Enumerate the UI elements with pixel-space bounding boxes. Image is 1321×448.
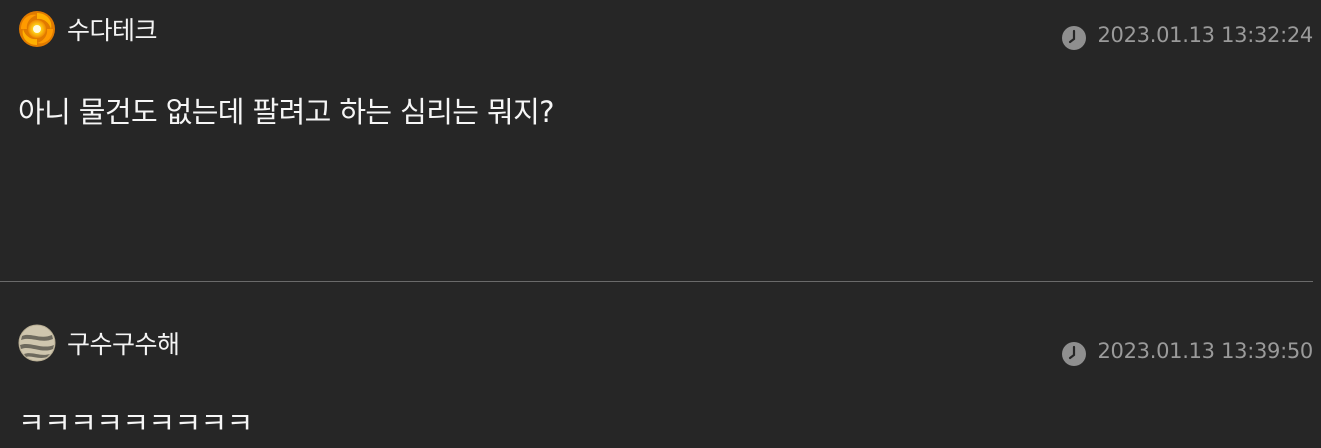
comment-item: 구수구수해 2023.01.13 13:39:50 ㅋㅋㅋㅋㅋㅋㅋㅋㅋ bbox=[0, 282, 1321, 448]
clock-icon bbox=[1062, 26, 1087, 50]
author-nickname[interactable]: 구수구수해 bbox=[67, 325, 180, 361]
author-nickname[interactable]: 수다테크 bbox=[67, 11, 158, 47]
sun-swirl-avatar-icon[interactable] bbox=[18, 10, 56, 48]
timestamp-text: 2023.01.13 13:39:50 bbox=[1097, 339, 1313, 363]
striped-moon-avatar-icon[interactable] bbox=[18, 324, 56, 362]
timestamp-text: 2023.01.13 13:32:24 bbox=[1097, 23, 1313, 47]
clock-icon bbox=[1062, 342, 1087, 366]
comment-timestamp: 2023.01.13 13:32:24 bbox=[1061, 18, 1313, 52]
comment-item: 수다테크 2023.01.13 13:32:24 아니 물건도 없는데 팔려고 … bbox=[0, 0, 1321, 281]
comment-text: 아니 물건도 없는데 팔려고 하는 심리는 뭐지? bbox=[18, 95, 555, 129]
comment-list: 수다테크 2023.01.13 13:32:24 아니 물건도 없는데 팔려고 … bbox=[0, 0, 1321, 448]
comment-text: ㅋㅋㅋㅋㅋㅋㅋㅋㅋ bbox=[18, 406, 253, 440]
comment-timestamp: 2023.01.13 13:39:50 bbox=[1061, 334, 1313, 368]
comment-author[interactable]: 구수구수해 bbox=[18, 323, 180, 363]
comment-author[interactable]: 수다테크 bbox=[18, 9, 158, 49]
